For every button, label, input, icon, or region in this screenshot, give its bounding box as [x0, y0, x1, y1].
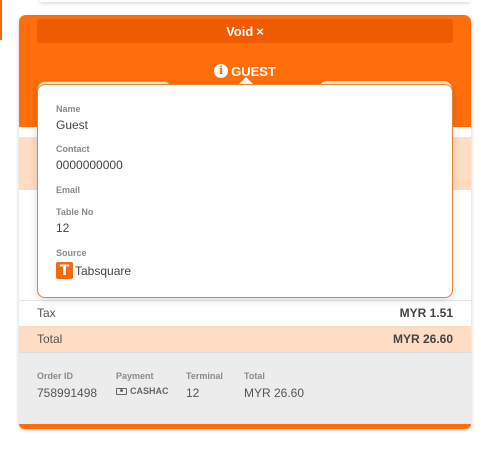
guest-info-popover: Name Guest Contact 0000000000 Email Tabl…	[37, 84, 453, 298]
info-icon: i	[214, 64, 229, 78]
tax-row: Tax MYR 1.51	[19, 300, 471, 325]
footer-total-value: MYR 26.60	[244, 386, 305, 400]
table-label: Table No	[56, 207, 94, 217]
footer-total-label: Total	[244, 371, 265, 381]
terminal-field: Terminal 12	[186, 371, 223, 400]
order-id-label: Order ID	[37, 371, 74, 381]
total-row: Total MYR 26.60	[19, 326, 471, 352]
tabsquare-logo-icon: T	[56, 262, 73, 279]
order-id-field: Order ID 758991498	[37, 371, 97, 400]
table-value: 12	[56, 221, 70, 235]
order-id-value: 758991498	[37, 386, 98, 400]
void-label: Void	[226, 23, 254, 39]
contact-label: Contact	[56, 144, 90, 154]
total-label: Total	[37, 332, 63, 346]
terminal-value: 12	[186, 386, 200, 400]
table-field: Table No 12	[56, 207, 93, 235]
cash-icon	[116, 387, 127, 395]
card-bottom-strip	[19, 424, 471, 429]
source-value-wrap: T Tabsquare	[56, 262, 131, 279]
email-label: Email	[56, 185, 81, 195]
close-icon: ×	[256, 23, 264, 39]
previous-order-card	[40, 0, 470, 2]
payment-value: CASHAC	[130, 386, 169, 396]
source-value: Tabsquare	[75, 263, 132, 278]
payment-field: Payment CASHAC	[116, 371, 169, 396]
payment-label: Payment	[116, 371, 154, 381]
name-label: Name	[56, 104, 81, 114]
contact-field: Contact 0000000000	[56, 144, 123, 172]
email-field: Email	[56, 185, 80, 199]
tax-value: MYR 1.51	[399, 306, 453, 320]
name-field: Name Guest	[56, 104, 88, 132]
total-value: MYR 26.60	[392, 332, 453, 346]
source-field: Source T Tabsquare	[56, 248, 131, 279]
payment-value-wrap: CASHAC	[116, 386, 169, 396]
left-accent-bar	[0, 0, 2, 40]
name-value: Guest	[56, 118, 89, 132]
contact-value: 0000000000	[56, 158, 123, 172]
source-label: Source	[56, 248, 87, 258]
footer-total-field: Total MYR 26.60	[244, 371, 304, 400]
terminal-label: Terminal	[186, 371, 223, 381]
order-footer: Order ID 758991498 Payment CASHAC Termin…	[19, 352, 471, 428]
void-button[interactable]: Void ×	[37, 19, 453, 43]
tax-label: Tax	[37, 306, 56, 320]
